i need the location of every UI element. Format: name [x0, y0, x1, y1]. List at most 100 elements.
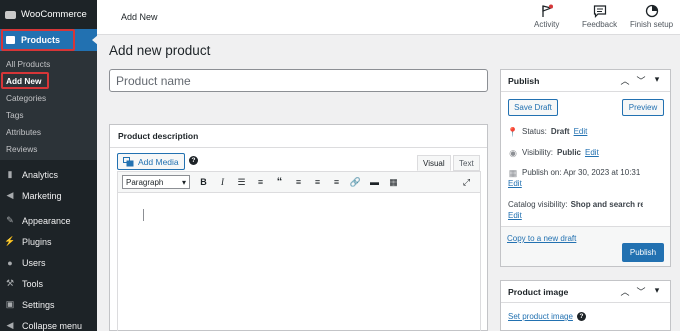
product-description-box: Product description Add Media ? Visual T… [109, 124, 488, 331]
toolbar-toggle-icon[interactable]: ▦ [384, 174, 403, 190]
text-caret [143, 209, 144, 221]
tab-visual[interactable]: Visual [417, 155, 451, 171]
visibility-value: Public [556, 148, 581, 157]
feedback-button[interactable]: Feedback [582, 4, 617, 29]
toggle-panel-icon[interactable]: ▾ [651, 285, 663, 296]
numbered-list-icon[interactable]: ≡ [251, 174, 270, 190]
sidebar-item-appearance[interactable]: ✎ Appearance [0, 210, 97, 231]
publish-date: Publish on: Apr 30, 2023 at 10:31 [522, 168, 641, 177]
user-icon: ● [7, 257, 13, 268]
sidebar-item-plugins[interactable]: ⚡ Plugins [0, 231, 97, 252]
analytics-label: Analytics [22, 169, 59, 180]
help-icon[interactable]: ? [576, 312, 586, 321]
speech-bubble-icon [593, 5, 606, 18]
move-up-icon[interactable]: ︿ [619, 285, 631, 298]
catalog-visibility-row: Catalog visibility: Shop and search resu… [508, 199, 666, 221]
italic-icon[interactable]: I [213, 174, 232, 190]
submenu-categories[interactable]: Categories [0, 89, 97, 106]
status-row: 📍 Status: Draft Edit [507, 126, 588, 137]
settings-icon: ▣ [5, 299, 15, 309]
sidebar-item-tools[interactable]: ⚒ Tools [0, 273, 97, 294]
description-editor[interactable] [117, 193, 481, 331]
woocommerce-menu-item[interactable]: WooCommerce [0, 0, 97, 29]
feedback-label: Feedback [582, 20, 618, 29]
editor-toolbar: Paragraph ▾ B I ☰ ≡ “ ≡ ≡ ≡ 🔗 ▬ ▦ ⤢ [117, 171, 481, 193]
move-down-icon[interactable]: ﹀ [635, 74, 647, 87]
highlight-box [1, 72, 49, 89]
catalog-value: Shop and search results [570, 200, 643, 209]
wrench-icon: ⚒ [5, 278, 15, 288]
flag-icon [542, 4, 553, 17]
preview-button[interactable]: Preview [622, 99, 664, 116]
edit-status-link[interactable]: Edit [574, 126, 588, 137]
sidebar-collapse-menu[interactable]: ◀ Collapse menu [0, 315, 97, 331]
sidebar-item-settings[interactable]: ▣ Settings [0, 294, 97, 315]
sidebar-item-analytics[interactable]: ▮ Analytics [0, 164, 97, 185]
submenu-reviews[interactable]: Reviews [0, 140, 97, 157]
submenu-attributes[interactable]: Attributes [0, 123, 97, 140]
activity-label: Activity [534, 20, 560, 29]
link-icon[interactable]: 🔗 [346, 174, 365, 190]
submenu-tags[interactable]: Tags [0, 106, 97, 123]
product-name-input[interactable] [109, 69, 488, 92]
products-submenu: All Products Add New Categories Tags Att… [0, 51, 97, 160]
set-product-image-row: Set product image ? [508, 312, 586, 321]
edit-visibility-link[interactable]: Edit [585, 147, 599, 158]
move-down-icon[interactable]: ﹀ [635, 285, 647, 298]
collapse-icon: ◀ [6, 320, 14, 330]
publish-title: Publish [508, 76, 540, 86]
paintbrush-icon: ✎ [6, 215, 14, 225]
description-title: Product description [118, 131, 199, 141]
users-label: Users [22, 257, 46, 268]
help-icon[interactable]: ? [189, 156, 198, 165]
visibility-label: Visibility: [522, 148, 553, 157]
admin-sidebar: WooCommerce Products All Products Add Ne… [0, 0, 98, 331]
edit-date-link[interactable]: Edit [508, 178, 522, 189]
read-more-icon[interactable]: ▬ [365, 174, 384, 190]
publish-date-row: ▦ Publish on: Apr 30, 2023 at 10:31 Edit [508, 167, 640, 189]
publish-button[interactable]: Publish [622, 243, 664, 262]
finish-setup-label: Finish setup [630, 20, 674, 29]
sidebar-item-users[interactable]: ● Users [0, 252, 97, 273]
chevron-down-icon: ▾ [181, 177, 186, 187]
top-bar-title: Add New [121, 12, 158, 22]
set-product-image-link[interactable]: Set product image [508, 312, 573, 321]
fullscreen-icon[interactable]: ⤢ [457, 174, 476, 190]
move-up-icon[interactable]: ︿ [619, 74, 631, 87]
format-select[interactable]: Paragraph ▾ [122, 175, 190, 189]
highlight-box [1, 29, 75, 51]
save-draft-button[interactable]: Save Draft [508, 99, 558, 116]
format-value: Paragraph [126, 177, 164, 187]
add-media-button[interactable]: Add Media [117, 153, 185, 170]
align-right-icon[interactable]: ≡ [327, 174, 346, 190]
plug-icon: ⚡ [4, 236, 16, 246]
settings-label: Settings [22, 299, 55, 310]
align-center-icon[interactable]: ≡ [308, 174, 327, 190]
sidebar-item-marketing[interactable]: ◀ Marketing [0, 185, 97, 206]
copy-to-draft-link[interactable]: Copy to a new draft [507, 234, 576, 243]
media-icon [123, 156, 134, 166]
product-image-header: Product image ︿ ﹀ ▾ [501, 281, 670, 303]
bullet-list-icon[interactable]: ☰ [232, 174, 251, 190]
submenu-add-new[interactable]: Add New [0, 72, 97, 89]
tab-text[interactable]: Text [453, 155, 480, 171]
submenu-all-products[interactable]: All Products [0, 55, 97, 72]
bar-chart-icon: ▮ [7, 169, 13, 179]
align-left-icon[interactable]: ≡ [289, 174, 308, 190]
plugins-label: Plugins [22, 236, 52, 247]
sidebar-item-products[interactable]: Products [0, 29, 98, 51]
toggle-panel-icon[interactable]: ▾ [651, 74, 663, 85]
activity-button[interactable]: Activity [534, 4, 559, 29]
tools-label: Tools [22, 278, 44, 289]
visibility-row: ◉ Visibility: Public Edit [508, 147, 599, 158]
progress-circle-icon [645, 4, 658, 18]
blockquote-icon[interactable]: “ [270, 174, 289, 190]
product-image-title: Product image [508, 287, 569, 297]
edit-catalog-link[interactable]: Edit [508, 210, 522, 221]
bold-icon[interactable]: B [194, 174, 213, 190]
appearance-label: Appearance [22, 215, 71, 226]
woocommerce-logo-icon [5, 10, 16, 19]
publish-box-header: Publish ︿ ﹀ ▾ [501, 70, 670, 92]
catalog-label: Catalog visibility: [508, 200, 568, 209]
finish-setup-button[interactable]: Finish setup [630, 4, 673, 29]
